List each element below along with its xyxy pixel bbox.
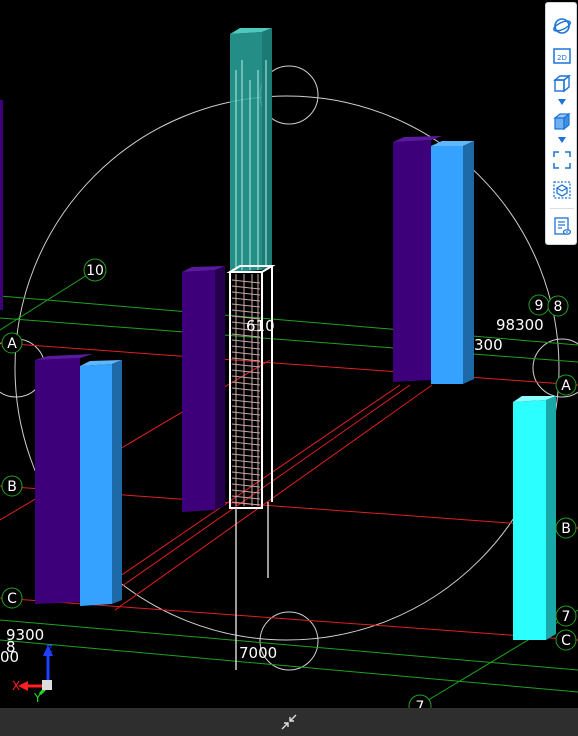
svg-text:B: B [7, 479, 17, 495]
grid-bubble-9[interactable]: 9 [528, 294, 550, 316]
grid-bubble-8[interactable]: 8 [547, 295, 569, 317]
axis-x-label: X [12, 679, 20, 693]
cube-outline-icon [553, 74, 571, 93]
caret-down-icon[interactable] [558, 99, 566, 105]
shaded-view-button[interactable] [549, 109, 575, 135]
svg-text:A: A [7, 336, 17, 352]
svg-text:7: 7 [562, 609, 571, 625]
grid-bubble-A-right[interactable]: A [555, 374, 577, 396]
grid-bubble-C-left[interactable]: C [1, 587, 23, 609]
grid-bubble-7-right[interactable]: 7 [555, 605, 577, 627]
column-group-right[interactable] [393, 136, 474, 384]
2d-view-icon: 2D [553, 48, 571, 64]
dimension-300-right: 300 [474, 336, 503, 354]
axis-y-label: Y [33, 691, 42, 705]
caret-down-icon[interactable] [558, 137, 566, 143]
section-box-icon [553, 181, 571, 199]
bottom-panel-bar [0, 708, 578, 736]
svg-text:10: 10 [86, 263, 104, 279]
collapse-button[interactable] [278, 712, 300, 732]
dimension-7000: 7000 [239, 644, 277, 662]
properties-view-icon [554, 217, 572, 235]
grid-bubble-C-right[interactable]: C [555, 629, 577, 651]
svg-text:2D: 2D [557, 54, 567, 62]
model-canvas[interactable]: A B C 10 9 8 A B 7 C 7 98300 300 9300 00… [0, 0, 578, 708]
dimension-8-left: 8 [6, 638, 16, 656]
3d-view-button[interactable] [549, 71, 575, 97]
svg-text:8: 8 [554, 299, 563, 315]
grid-bubble-B-left[interactable]: B [1, 475, 23, 497]
collapse-icon [281, 714, 297, 730]
3d-model-viewport[interactable]: A B C 10 9 8 A B 7 C 7 98300 300 9300 00… [0, 0, 578, 708]
view-toolbar: 2D [545, 2, 577, 245]
2d-view-button[interactable]: 2D [549, 43, 575, 69]
section-box-button[interactable] [549, 177, 575, 203]
column-cyan-right[interactable] [513, 396, 556, 640]
orbit-icon [553, 18, 571, 34]
properties-view-button[interactable] [549, 213, 575, 239]
column-center-purple[interactable] [182, 266, 225, 512]
svg-text:9: 9 [535, 298, 544, 314]
grid-bubble-A-left[interactable]: A [1, 332, 23, 354]
grid-bubble-B-right[interactable]: B [555, 517, 577, 539]
svg-text:C: C [7, 591, 17, 607]
svg-text:C: C [561, 633, 571, 649]
fit-frame-icon [553, 151, 571, 169]
dimension-98300: 98300 [496, 316, 544, 334]
column-partial-left[interactable] [0, 100, 3, 310]
grid-bubble-7-bottom[interactable]: 7 [408, 694, 432, 708]
grid-bubble-10[interactable]: 10 [83, 258, 107, 282]
cube-shaded-icon [553, 112, 571, 131]
svg-text:B: B [561, 521, 571, 537]
fit-view-button[interactable] [549, 147, 575, 173]
axis-z-label: Z [46, 644, 53, 655]
column-group-left[interactable] [35, 354, 122, 606]
dimension-610: 610 [246, 317, 275, 335]
orbit-button[interactable] [549, 13, 575, 39]
selected-column[interactable] [226, 28, 276, 670]
svg-text:7: 7 [416, 699, 425, 708]
svg-text:A: A [561, 378, 571, 394]
